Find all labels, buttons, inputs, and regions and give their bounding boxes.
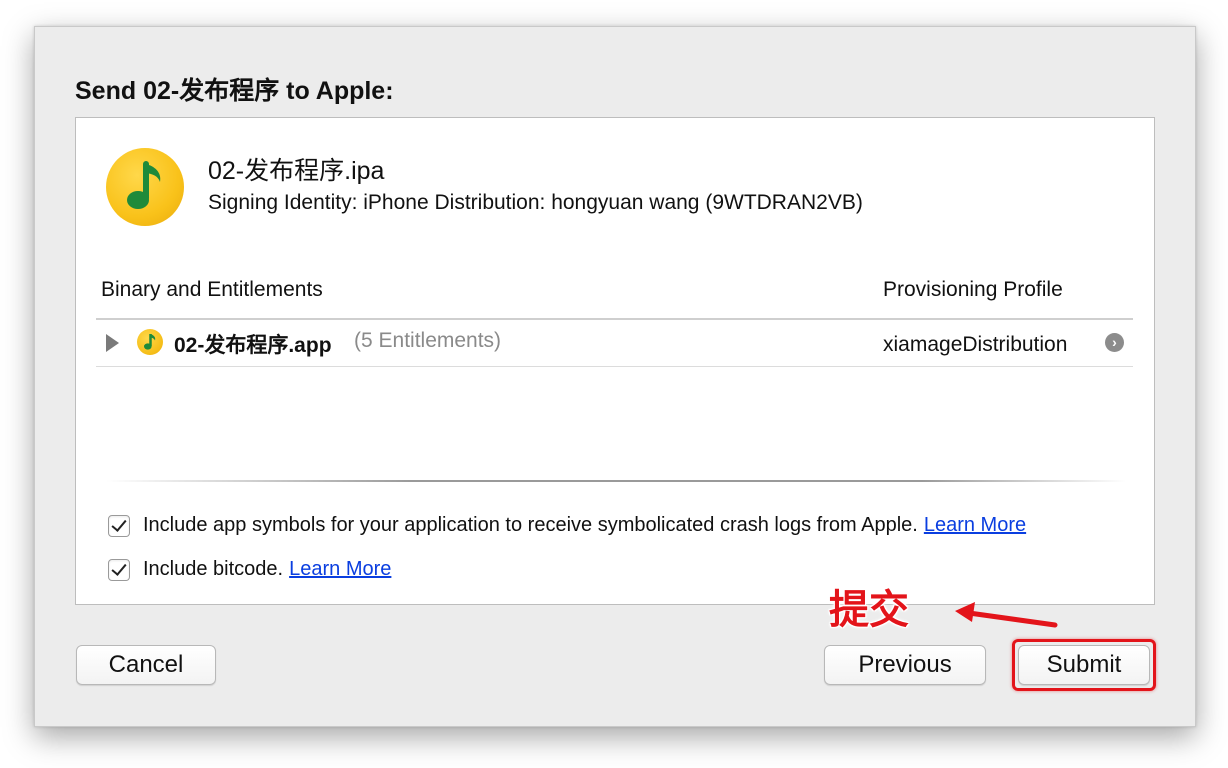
include-symbols-checkbox[interactable] [108, 514, 130, 537]
include-symbols-option: Include app symbols for your application… [108, 514, 1026, 537]
previous-button[interactable]: Previous [824, 645, 986, 685]
annotation-arrow-icon [955, 602, 1058, 628]
submit-highlight-box [1012, 639, 1156, 691]
arrow-right-circle-icon[interactable]: › [1105, 333, 1124, 352]
content-panel: 02-发布程序.ipa Signing Identity: iPhone Dis… [75, 117, 1155, 605]
learn-more-bitcode-link[interactable]: Learn More [289, 558, 391, 581]
cancel-button[interactable]: Cancel [76, 645, 216, 685]
ipa-file-name: 02-发布程序.ipa [208, 157, 385, 185]
include-bitcode-label: Include bitcode. [143, 558, 284, 580]
annotation-label: 提交 [829, 587, 909, 633]
app-icon [106, 148, 184, 226]
include-symbols-label: Include app symbols for your application… [143, 514, 918, 536]
table-row[interactable]: 02-发布程序.app (5 Entitlements) xiamageDist… [96, 320, 1133, 367]
column-header-profile: Provisioning Profile [883, 278, 1063, 301]
options-divider [106, 480, 1126, 482]
learn-more-symbols-link[interactable]: Learn More [924, 514, 1026, 537]
provisioning-profile-name: xiamageDistribution [883, 333, 1068, 356]
signing-identity: Signing Identity: iPhone Distribution: h… [208, 191, 863, 214]
disclosure-triangle-icon[interactable] [106, 334, 119, 352]
app-small-icon [137, 329, 163, 355]
app-bundle-name: 02-发布程序.app [174, 334, 332, 357]
include-bitcode-option: Include bitcode. Learn More [108, 558, 391, 581]
column-header-binary: Binary and Entitlements [101, 278, 323, 301]
entitlements-count: (5 Entitlements) [354, 329, 502, 352]
send-to-apple-dialog: Send 02-发布程序 to Apple: 02-发布程序.ipa Signi… [34, 26, 1196, 727]
include-bitcode-checkbox[interactable] [108, 558, 130, 581]
dialog-title: Send 02-发布程序 to Apple: [75, 77, 394, 105]
